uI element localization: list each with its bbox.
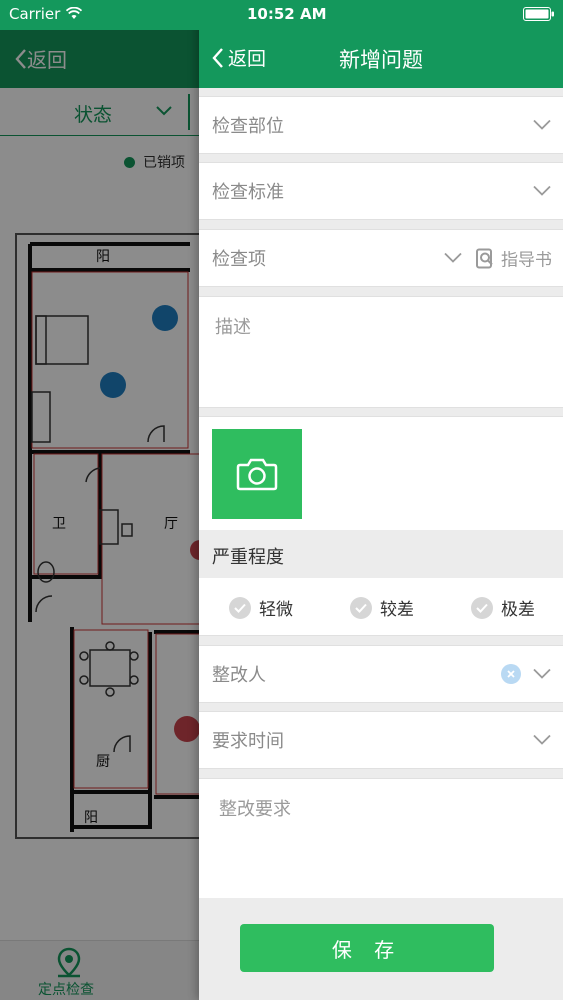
save-button[interactable]: 保 存 (240, 924, 494, 972)
rectifier-label: 整改人 (212, 665, 266, 686)
inspection-standard-label: 检查标准 (212, 182, 284, 203)
chevron-down-icon (533, 185, 551, 196)
camera-button[interactable] (212, 429, 302, 519)
rectify-requirement-placeholder: 整改要求 (219, 799, 291, 820)
severity-option-minor[interactable]: 轻微 (229, 595, 293, 620)
chevron-down-icon (533, 119, 551, 130)
check-icon (471, 596, 493, 619)
nav-bar: 返回 新增问题 (199, 30, 563, 88)
camera-icon (236, 458, 278, 491)
required-time-label: 要求时间 (212, 731, 284, 752)
severity-option-label: 较差 (380, 600, 414, 620)
guide-book-icon (476, 248, 493, 268)
description-placeholder: 描述 (215, 317, 251, 338)
page-title: 新增问题 (339, 48, 423, 72)
inspection-part-select[interactable]: 检查部位 (199, 96, 563, 154)
severity-section-header: 严重程度 (199, 530, 563, 578)
guide-book-link[interactable]: 指导书 (475, 246, 552, 271)
background-screen: 返回 状态 已销项 阳 卫 厅 厨 阳 定点检查 (0, 0, 200, 1000)
wifi-icon (66, 7, 82, 19)
footer: 保 存 (199, 898, 563, 1000)
status-bar: Carrier 10:52 AM (0, 0, 563, 30)
inspection-standard-select[interactable]: 检查标准 (199, 162, 563, 220)
battery-icon (523, 7, 554, 21)
required-time-select[interactable]: 要求时间 (199, 711, 563, 769)
clock: 10:52 AM (247, 5, 327, 23)
chevron-down-icon (533, 734, 551, 745)
description-field[interactable]: 描述 (199, 296, 563, 408)
rectifier-select[interactable]: 整改人 (199, 645, 563, 703)
inspection-item-label: 检查项 (212, 249, 266, 270)
check-icon (229, 596, 251, 619)
carrier-label: Carrier (9, 5, 61, 23)
dim-overlay[interactable] (0, 0, 200, 1000)
chevron-down-icon (533, 668, 551, 679)
severity-options: 轻微 较差 极差 (199, 578, 563, 636)
severity-option-poor[interactable]: 较差 (350, 595, 414, 620)
new-issue-panel: 返回 新增问题 检查部位 检查标准 检查项 指导书 描述 严重程度 轻微 较差 … (199, 0, 563, 1000)
severity-option-label: 极差 (501, 600, 535, 620)
severity-option-very-poor[interactable]: 极差 (471, 595, 535, 620)
inspection-item-select[interactable]: 检查项 指导书 (199, 229, 563, 287)
guide-book-label: 指导书 (501, 250, 552, 271)
check-icon (350, 596, 372, 619)
severity-title: 严重程度 (212, 547, 284, 568)
rectify-requirement-field[interactable]: 整改要求 (199, 778, 563, 898)
clear-icon[interactable] (501, 664, 521, 684)
chevron-down-icon (444, 252, 462, 263)
inspection-part-label: 检查部位 (212, 116, 284, 137)
severity-option-label: 轻微 (259, 600, 293, 620)
photo-area (199, 416, 563, 530)
